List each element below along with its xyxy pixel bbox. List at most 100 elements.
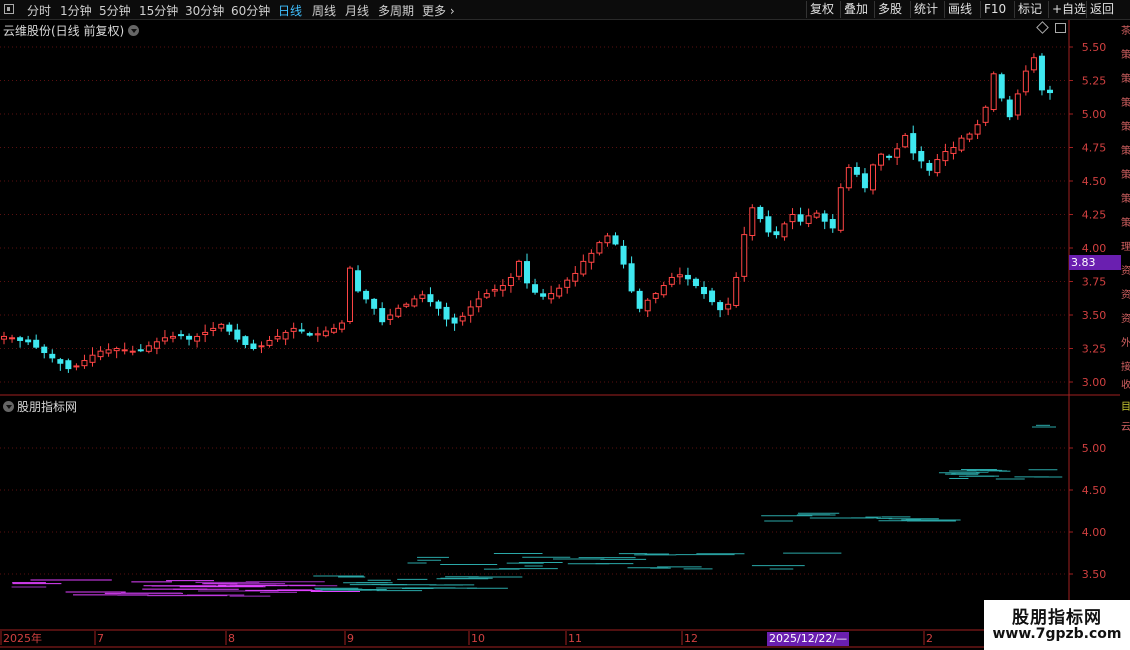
stock-title: 云维股份(日线 前复权) (3, 24, 125, 38)
candle-body (475, 298, 482, 308)
y-tick-label: 5.50 (1082, 41, 1107, 54)
candle-body (169, 335, 176, 339)
candle-body (701, 286, 708, 295)
candle-body (338, 322, 345, 330)
candle-body (515, 260, 522, 277)
candle-body (636, 290, 643, 309)
watermark-logo: 股朋指标网 www.7gpzb.com (984, 600, 1130, 650)
candle-body (950, 147, 957, 154)
candle-body (1030, 57, 1037, 71)
candle-body (773, 231, 780, 236)
candle-body (894, 148, 901, 158)
indicator-title: 股朋指标网 (17, 400, 78, 414)
candle-body (330, 327, 337, 333)
candle-body (958, 137, 965, 151)
candle-body (153, 341, 160, 349)
candle-body (371, 298, 378, 309)
candle-body (298, 329, 305, 332)
candle-body (588, 252, 595, 263)
y-tick-label: 4.50 (1082, 484, 1107, 497)
y-tick-label: 5.25 (1082, 75, 1107, 88)
candle-body (419, 294, 426, 299)
candle-body (65, 360, 72, 370)
y-tick-label: 4.50 (1082, 175, 1107, 188)
candle-body (113, 348, 120, 352)
candle-body (564, 279, 571, 288)
candle-body (966, 133, 973, 140)
candle-body (379, 308, 386, 323)
candle-body (49, 353, 56, 359)
axes: 5.50 5.25 5.00 4.75 4.50 4.25 4.00 3.75 3.50 3.25… (0, 41, 1107, 645)
candle-body (684, 274, 691, 280)
y-tick-label: 5.00 (1082, 442, 1107, 455)
candle-body (1038, 55, 1045, 91)
candle-body (346, 267, 353, 322)
candle-body (532, 284, 539, 293)
x-tick-label: 2025年 (3, 631, 42, 645)
candle-body (556, 287, 563, 297)
grid-lines (0, 20, 1120, 648)
candle-body (725, 303, 732, 310)
candle-body (604, 235, 611, 244)
y-tick-label: 3.00 (1082, 376, 1107, 389)
candle-body (81, 360, 88, 367)
x-tick-label: 10 (471, 632, 485, 645)
candle-body (644, 299, 651, 312)
candle-body (1, 335, 7, 340)
candle-body (9, 337, 16, 340)
candle-body (186, 335, 193, 340)
candle-body (861, 173, 868, 189)
kline-chart[interactable]: 5.50 5.25 5.00 4.75 4.50 4.25 4.00 3.75 3.50 3.25… (0, 0, 1130, 650)
candle-body (765, 216, 772, 233)
candle-body (322, 330, 329, 337)
x-tick-label: 2 (926, 632, 933, 645)
candle-body (926, 162, 933, 171)
main-panel-title[interactable]: 云维股份(日线 前复权) (3, 22, 140, 39)
candle-body (145, 345, 152, 352)
candle-body (942, 151, 949, 162)
candle-body (781, 223, 788, 238)
candle-body (355, 270, 362, 292)
candle-body (580, 260, 587, 275)
candle-body (234, 329, 241, 340)
candle-body (741, 234, 748, 277)
dropdown-icon[interactable] (3, 401, 14, 412)
dropdown-icon[interactable] (128, 25, 140, 36)
candle-body (282, 331, 289, 340)
candle-body (676, 274, 683, 278)
candle-body (974, 124, 981, 135)
candles (1, 53, 1053, 373)
candle-body (910, 133, 917, 154)
candle-body (612, 235, 619, 245)
candle-body (845, 167, 852, 189)
x-tick-label: 8 (228, 632, 235, 645)
candle-body (202, 331, 209, 336)
candle-body (363, 290, 370, 300)
candle-body (709, 290, 716, 303)
info-strip: 茶策策 策策策 策策策 理资资 资外接 收 目云 (1121, 26, 1130, 433)
candle-body (668, 276, 675, 285)
candle-body (749, 207, 756, 236)
candle-body (467, 306, 474, 316)
y-tick-label: 4.00 (1082, 526, 1107, 539)
candle-body (129, 350, 136, 353)
candle-body (105, 349, 112, 354)
candle-body (411, 298, 418, 307)
x-tick-label: 9 (347, 632, 354, 645)
candle-body (902, 134, 909, 148)
panel-window-icon[interactable] (1055, 23, 1066, 33)
candle-body (789, 214, 796, 223)
y-tick-label: 3.50 (1082, 309, 1107, 322)
candle-body (491, 289, 498, 292)
candle-body (797, 214, 804, 222)
candle-body (387, 314, 394, 320)
candle-body (620, 245, 627, 265)
candle-body (242, 336, 249, 345)
candle-body (194, 335, 201, 342)
candle-body (210, 327, 217, 331)
sub-panel-title[interactable]: 股朋指标网 (3, 398, 77, 415)
x-tick-label: 12 (684, 632, 698, 645)
candle-body (258, 345, 265, 348)
candle-body (161, 337, 168, 342)
candle-body (548, 293, 555, 300)
